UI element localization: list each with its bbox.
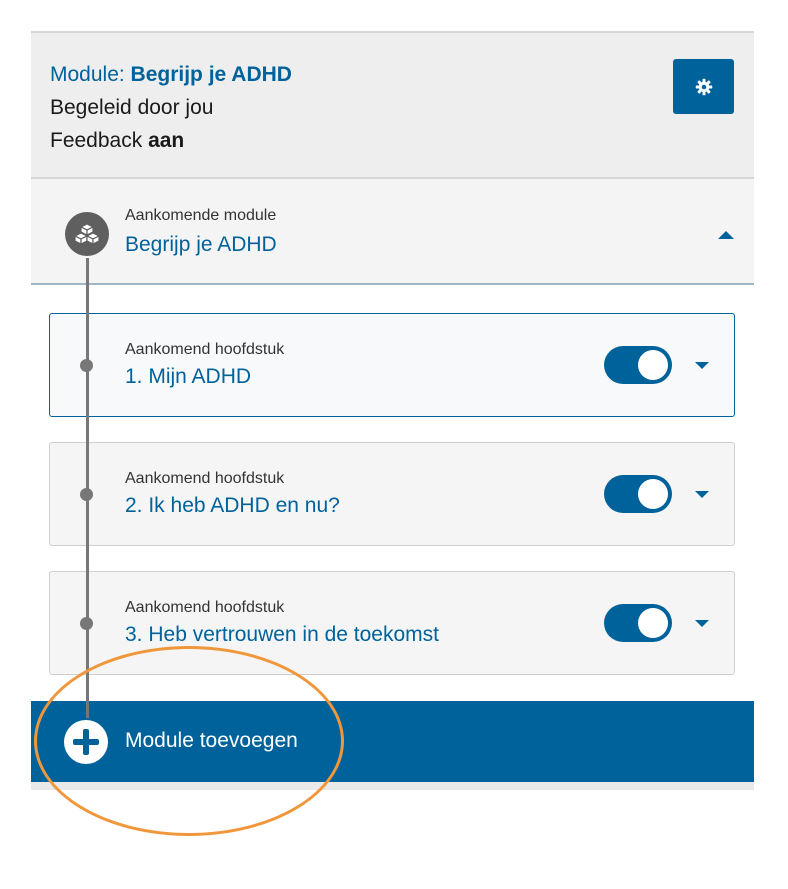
chapter-card-2[interactable]: Aankomend hoofdstuk 2. Ik heb ADHD en nu… <box>49 442 735 546</box>
module-prefix: Module: <box>50 63 131 86</box>
chapter-title-link[interactable]: 1. Mijn ADHD <box>125 365 251 389</box>
module-status-label: Aankomende module <box>125 207 277 224</box>
plus-circle-icon <box>64 720 108 764</box>
toggle-knob <box>638 479 668 509</box>
module-title-line: Module: Begrijp je ADHD <box>50 63 292 87</box>
chevron-down-icon[interactable] <box>695 362 709 369</box>
chapter-toggle[interactable] <box>604 475 672 513</box>
cubes-icon <box>65 212 109 256</box>
chapter-title-link[interactable]: 3. Heb vertrouwen in de toekomst <box>125 623 439 647</box>
chapter-status-label: Aankomend hoofdstuk <box>125 599 285 616</box>
chapter-title-link[interactable]: 2. Ik heb ADHD en nu? <box>125 494 340 518</box>
timeline-dot <box>80 359 93 372</box>
module-name: Begrijp je ADHD <box>130 63 292 86</box>
chapter-card-3[interactable]: Aankomend hoofdstuk 3. Heb vertrouwen in… <box>49 571 735 675</box>
guided-by-text: Begeleid door jou <box>50 96 214 119</box>
add-module-button[interactable]: Module toevoegen <box>31 701 754 782</box>
chapter-status-label: Aankomend hoofdstuk <box>125 470 285 487</box>
toggle-knob <box>638 608 668 638</box>
timeline-dot <box>80 488 93 501</box>
add-module-label: Module toevoegen <box>125 729 298 752</box>
gear-icon <box>695 78 712 95</box>
timeline-dot <box>80 617 93 630</box>
toggle-knob <box>638 350 668 380</box>
feedback-line: Feedback aan <box>50 129 184 153</box>
add-bar-shadow <box>31 782 754 790</box>
feedback-prefix: Feedback <box>50 129 149 152</box>
chapter-toggle[interactable] <box>604 604 672 642</box>
chevron-down-icon[interactable] <box>695 491 709 498</box>
chapter-status-label: Aankomend hoofdstuk <box>125 341 285 358</box>
feedback-value: aan <box>148 129 185 152</box>
module-row[interactable]: Aankomende module Begrijp je ADHD <box>31 179 754 285</box>
chapter-toggle[interactable] <box>604 346 672 384</box>
chevron-up-icon[interactable] <box>718 231 734 239</box>
module-header: Module: Begrijp je ADHD Begeleid door jo… <box>31 31 754 179</box>
module-title-link[interactable]: Begrijp je ADHD <box>125 233 277 257</box>
chapter-card-1[interactable]: Aankomend hoofdstuk 1. Mijn ADHD <box>49 313 735 417</box>
settings-button[interactable] <box>673 59 734 114</box>
chevron-down-icon[interactable] <box>695 620 709 627</box>
